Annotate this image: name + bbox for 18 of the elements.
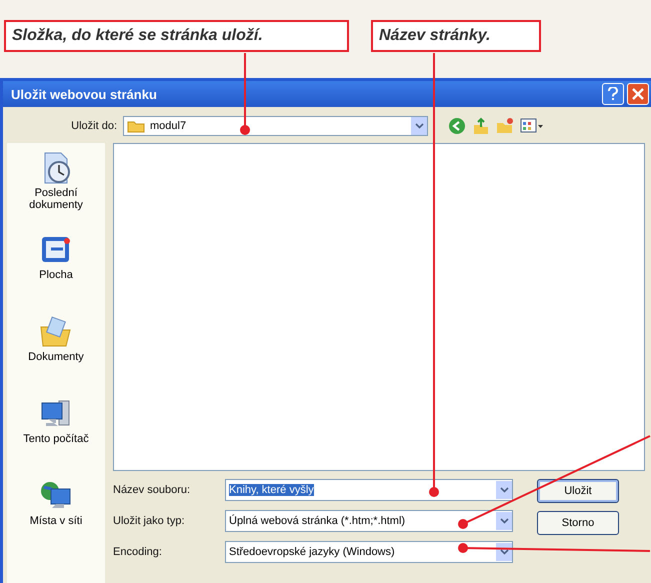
callout-label: Složka, do které se stránka uloží. bbox=[4, 20, 349, 52]
save-in-dropdown[interactable]: modul7 bbox=[123, 116, 428, 136]
field-label: Uložit jako typ: bbox=[113, 515, 186, 527]
window-title: Uložit webovou stránku bbox=[11, 86, 158, 102]
places-item[interactable]: Tento počítač bbox=[13, 397, 99, 465]
save-button[interactable]: Uložit bbox=[537, 479, 619, 503]
field-label: Encoding: bbox=[113, 546, 163, 558]
dropdown-field[interactable]: Středoevropské jazyky (Windows) bbox=[225, 541, 513, 563]
places-item[interactable]: Poslední dokumenty bbox=[13, 151, 99, 219]
field-label: Název souboru: bbox=[113, 484, 192, 496]
cancel-button[interactable]: Storno bbox=[537, 511, 619, 535]
save-in-label: Uložit do: bbox=[70, 120, 117, 132]
callout-label: Název stránky. bbox=[371, 20, 541, 52]
places-item[interactable]: Plocha bbox=[13, 233, 99, 301]
dropdown-field[interactable]: Knihy, které vyšly bbox=[225, 479, 513, 501]
places-item[interactable]: Místa v síti bbox=[13, 479, 99, 547]
places-item[interactable]: Dokumenty bbox=[13, 315, 99, 383]
dropdown-field[interactable]: Úplná webová stránka (*.htm;*.html) bbox=[225, 510, 513, 532]
